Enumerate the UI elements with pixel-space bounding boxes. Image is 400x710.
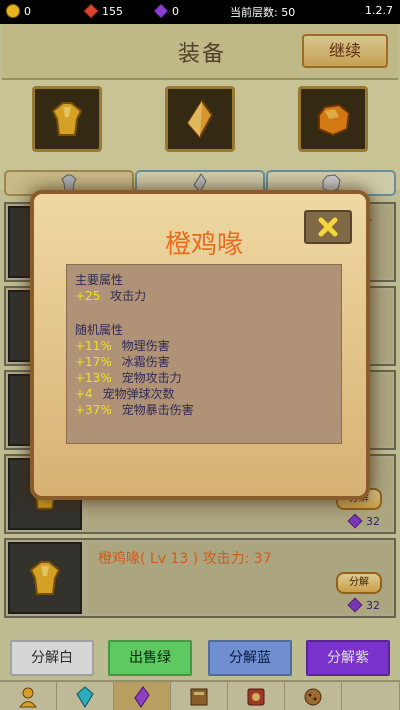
random-attr-line: +13% 宠物攻击力	[75, 371, 182, 385]
floor-label: 当前层数: 50	[230, 6, 296, 19]
gem-counter: 0	[153, 3, 179, 19]
version-label: 1.2.7	[365, 4, 393, 17]
gold-value: 0	[24, 4, 31, 18]
purple-gem-icon	[153, 3, 169, 19]
ruby-icon	[83, 3, 99, 19]
gold-counter: 0	[6, 4, 31, 18]
ruby-counter: 155	[83, 3, 123, 19]
random-attr-title: 随机属性	[75, 323, 124, 337]
main-attr-line: +25 攻击力	[75, 289, 147, 303]
random-attr-line: +11% 物理伤害	[75, 339, 170, 353]
item-detail-popup: 橙鸡喙 主要属性 +25 攻击力 随机属性 +11% 物理伤害 +17% 冰霜伤…	[30, 190, 370, 500]
random-attr-line: +17% 冰霜伤害	[75, 355, 170, 369]
random-attr-line: +37% 宠物暴击伤害	[75, 403, 194, 417]
gold-coin-icon	[6, 4, 20, 18]
status-bar: 0 155 0 当前层数: 50 1.2.7	[0, 0, 400, 24]
ruby-value: 155	[102, 4, 123, 18]
floor-counter: 当前层数: 50	[230, 4, 295, 20]
attribute-panel: 主要属性 +25 攻击力 随机属性 +11% 物理伤害 +17% 冰霜伤害 +1…	[66, 264, 342, 444]
main-attr-title: 主要属性	[75, 273, 124, 287]
random-attr-line: +4 宠物弹球次数	[75, 387, 175, 401]
gem-value: 0	[172, 4, 179, 18]
close-icon	[318, 217, 338, 237]
close-button[interactable]	[304, 210, 352, 244]
